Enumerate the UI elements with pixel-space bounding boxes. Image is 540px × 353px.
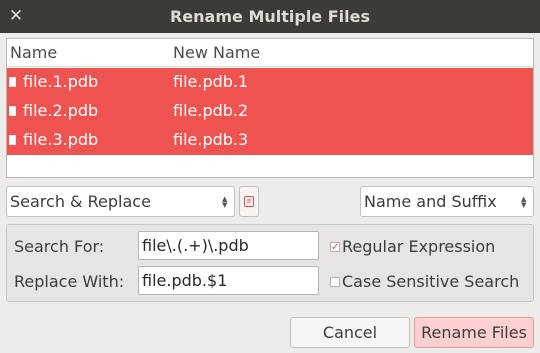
rename-files-button[interactable]: Rename Files: [414, 317, 534, 348]
new-file-name: file.pdb.1: [173, 72, 249, 91]
case-checkbox[interactable]: [330, 277, 340, 287]
titlebar: ✕ Rename Multiple Files: [0, 0, 540, 33]
replace-input[interactable]: file.pdb.$1: [138, 266, 319, 295]
file-icon: [9, 77, 16, 87]
help-icon: ≡: [244, 196, 254, 207]
file-name: file.1.pdb: [23, 72, 99, 91]
search-label: Search For:: [14, 237, 105, 256]
new-file-name: file.pdb.3: [173, 130, 249, 149]
file-name: file.2.pdb: [23, 101, 99, 120]
file-icon: [9, 106, 16, 116]
file-icon: [9, 135, 16, 145]
file-name: file.3.pdb: [23, 130, 99, 149]
table-row[interactable]: file.3.pdb file.pdb.3: [7, 126, 533, 155]
regex-label[interactable]: Regular Expression: [342, 237, 495, 256]
updown-arrows-icon: ▲ ▼: [222, 195, 228, 209]
table-row[interactable]: file.2.pdb file.pdb.2: [7, 97, 533, 126]
updown-arrows-icon: ▲ ▼: [521, 195, 527, 209]
window-title: Rename Multiple Files: [169, 7, 370, 26]
mode-select[interactable]: Search & Replace ▲ ▼: [6, 186, 235, 217]
help-button[interactable]: ≡: [239, 186, 259, 217]
table-row[interactable]: file.1.pdb file.pdb.1: [7, 68, 533, 97]
column-header-name[interactable]: Name: [10, 43, 57, 62]
file-list[interactable]: Name New Name file.1.pdb file.pdb.1 file…: [6, 38, 534, 178]
regex-checkbox[interactable]: ✓: [330, 242, 340, 253]
replace-label: Replace With:: [14, 272, 125, 291]
cancel-button[interactable]: Cancel: [290, 317, 410, 348]
search-input[interactable]: file\.(.+)\.pdb: [138, 231, 319, 260]
scope-select-value: Name and Suffix: [364, 192, 497, 211]
mode-select-value: Search & Replace: [10, 192, 151, 211]
new-file-name: file.pdb.2: [173, 101, 249, 120]
scope-select[interactable]: Name and Suffix ▲ ▼: [360, 186, 534, 217]
column-header-new-name[interactable]: New Name: [173, 43, 260, 62]
case-label[interactable]: Case Sensitive Search: [342, 272, 519, 291]
list-header: Name New Name: [7, 39, 533, 67]
